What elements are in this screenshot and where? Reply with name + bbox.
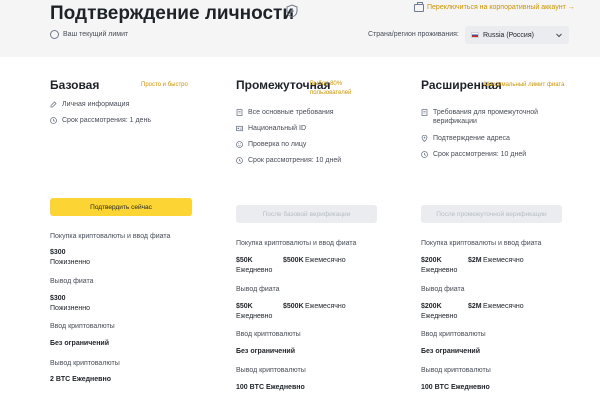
limit-label: Ввод криптовалюты bbox=[421, 331, 486, 338]
region-select[interactable]: Russia (Россия) bbox=[465, 26, 569, 44]
feature-item: Личная информация bbox=[50, 100, 129, 109]
limit-value: 100 BTC Ежедневно bbox=[421, 384, 490, 391]
limit-period: Ежедневно bbox=[421, 313, 458, 320]
face-icon bbox=[236, 141, 243, 148]
feature-text: Срок рассмотрения: 1 день bbox=[62, 117, 151, 124]
limit-value: $500K bbox=[283, 303, 304, 310]
limit-label: Ввод криптовалюты bbox=[236, 331, 301, 338]
location-icon bbox=[421, 135, 428, 142]
limit-value: $50K bbox=[236, 257, 253, 264]
russia-flag-icon bbox=[471, 32, 479, 38]
limit-value: Без ограничений bbox=[50, 340, 110, 347]
feature-text: Личная информация bbox=[62, 101, 130, 108]
chevron-down-icon bbox=[556, 33, 562, 38]
document-icon bbox=[421, 109, 428, 116]
info-circle-icon bbox=[50, 30, 59, 39]
page-header: Подтверждение личности Переключиться на … bbox=[0, 0, 600, 57]
feature-text: Все основные требования bbox=[248, 109, 334, 116]
after-intermediate-button[interactable]: После промежуточной верификации bbox=[421, 205, 562, 223]
switch-corporate-link[interactable]: Переключиться на корпоративный аккаунт → bbox=[414, 1, 575, 13]
feature-text: Требования для промежуточной верификации bbox=[433, 109, 539, 125]
limit-period: Ежедневно bbox=[236, 313, 273, 320]
current-limit-link[interactable]: Ваш текущий лимит bbox=[50, 30, 128, 39]
clock-icon bbox=[236, 157, 243, 164]
shield-icon bbox=[286, 4, 298, 18]
feature-text: Срок рассмотрения: 10 дней bbox=[433, 151, 527, 158]
limit-label: Покупка криптовалюты и ввод фиата bbox=[50, 233, 171, 240]
feature-text: Подтверждение адреса bbox=[433, 135, 510, 142]
limit-label: Вывод фиата bbox=[421, 286, 465, 293]
page-title: Подтверждение личности bbox=[50, 3, 294, 24]
level-tag: Выбор 80% пользователей bbox=[310, 81, 352, 96]
limit-period: Ежемесячно bbox=[305, 257, 346, 264]
limit-period: Ежедневно bbox=[421, 267, 458, 274]
feature-item: Проверка по лицу bbox=[236, 140, 306, 149]
limit-value: $200K bbox=[421, 303, 442, 310]
feature-item: Требования для промежуточной верификации bbox=[421, 108, 546, 126]
after-basic-button[interactable]: После базовой верификации bbox=[236, 205, 377, 223]
level-title: Базовая bbox=[50, 78, 100, 92]
limit-value: $2M bbox=[468, 303, 482, 310]
limit-label: Вывод криптовалюты bbox=[421, 367, 491, 374]
feature-item: Все основные требования bbox=[236, 108, 334, 117]
feature-text: Проверка по лицу bbox=[248, 141, 307, 148]
limit-label: Покупка криптовалюты и ввод фиата bbox=[236, 240, 357, 247]
briefcase-icon bbox=[414, 1, 424, 12]
feature-item: Срок рассмотрения: 10 дней bbox=[236, 156, 341, 165]
feature-item: Национальный ID bbox=[236, 124, 306, 133]
limit-value: $300 bbox=[50, 249, 66, 256]
feature-item: Срок рассмотрения: 1 день bbox=[50, 116, 151, 125]
edit-icon bbox=[50, 101, 57, 108]
id-card-icon bbox=[236, 125, 243, 132]
level-tag: Максимальный лимит фиата bbox=[484, 82, 565, 88]
region-value: Russia (Россия) bbox=[483, 31, 534, 39]
verify-now-button[interactable]: Подтвердить сейчас bbox=[50, 198, 192, 216]
feature-text: Национальный ID bbox=[248, 125, 307, 132]
limit-label: Ввод криптовалюты bbox=[50, 323, 115, 330]
switch-corporate-label: Переключиться на корпоративный аккаунт → bbox=[427, 4, 575, 11]
region-label: Страна/регион проживания: bbox=[368, 31, 459, 38]
limit-period: Ежедневно bbox=[236, 267, 273, 274]
clock-icon bbox=[50, 117, 57, 124]
level-tag: Просто и быстро bbox=[141, 82, 188, 88]
limit-value: $300 bbox=[50, 295, 66, 302]
limit-period: Пожизненно bbox=[50, 259, 91, 266]
document-icon bbox=[236, 109, 243, 116]
current-limit-label: Ваш текущий лимит bbox=[63, 31, 129, 38]
limit-period: Ежемесячно bbox=[305, 303, 346, 310]
limit-value: $2M bbox=[468, 257, 482, 264]
limit-label: Вывод криптовалюты bbox=[236, 367, 306, 374]
clock-icon bbox=[421, 151, 428, 158]
feature-item: Срок рассмотрения: 10 дней bbox=[421, 150, 526, 159]
limit-value: 100 BTC Ежедневно bbox=[236, 384, 305, 391]
limit-label: Покупка криптовалюты и ввод фиата bbox=[421, 240, 542, 247]
limit-label: Вывод криптовалюты bbox=[50, 360, 120, 367]
limit-value: 2 BTC Ежедневно bbox=[50, 376, 111, 383]
feature-item: Подтверждение адреса bbox=[421, 134, 510, 143]
limit-value: $200K bbox=[421, 257, 442, 264]
limit-period: Пожизненно bbox=[50, 305, 91, 312]
limit-period: Ежемесячно bbox=[483, 303, 524, 310]
limit-label: Вывод фиата bbox=[236, 286, 280, 293]
limit-label: Вывод фиата bbox=[50, 278, 94, 285]
limit-value: Без ограничений bbox=[421, 348, 481, 355]
limit-period: Ежемесячно bbox=[483, 257, 524, 264]
limit-value: $50K bbox=[236, 303, 253, 310]
feature-text: Срок рассмотрения: 10 дней bbox=[248, 157, 342, 164]
limit-value: Без ограничений bbox=[236, 348, 296, 355]
limit-value: $500K bbox=[283, 257, 304, 264]
